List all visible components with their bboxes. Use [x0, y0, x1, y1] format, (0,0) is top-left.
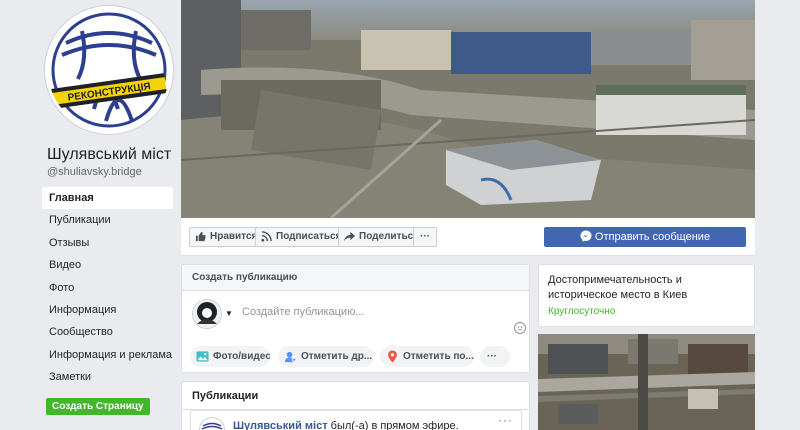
like-button-label: Нравится: [210, 231, 258, 242]
composer-more-button[interactable]: ···: [480, 346, 510, 367]
cover-photo-image: [181, 0, 755, 218]
publication-options-button[interactable]: ···: [498, 413, 513, 427]
tag-friends-button[interactable]: Отметить др...: [278, 346, 374, 367]
check-in-button[interactable]: Отметить по...: [380, 346, 474, 367]
follow-button[interactable]: Подписаться: [255, 227, 349, 247]
tag-people-icon: [284, 351, 297, 363]
composer-caret-icon[interactable]: ▼: [225, 309, 233, 318]
cover-photo[interactable]: [181, 0, 755, 218]
publication-entry[interactable]: Шулявський міст был(-а) в прямом эфире. …: [190, 410, 522, 430]
aerial-city-photo: [538, 334, 755, 430]
send-message-label: Отправить сообщение: [594, 231, 711, 243]
publication-live-text: был(-а) в прямом эфире.: [327, 420, 459, 430]
follow-button-label: Подписаться: [276, 231, 342, 242]
share-arrow-icon: [344, 231, 355, 242]
publication-entry-text: Шулявський міст был(-а) в прямом эфире.: [233, 420, 459, 430]
rss-icon: [261, 231, 272, 242]
publication-author-link[interactable]: Шулявський міст: [233, 420, 328, 430]
nav-item-info-ads[interactable]: Информация и реклама: [42, 344, 173, 366]
check-in-label: Отметить по...: [403, 351, 474, 362]
emoji-icon[interactable]: [514, 322, 526, 334]
nav-item-posts[interactable]: Публикации: [42, 209, 173, 231]
like-button[interactable]: Нравится: [189, 227, 265, 247]
thumbs-up-icon: [195, 231, 206, 242]
more-actions-button[interactable]: ···: [413, 227, 437, 247]
page-nav: Главная Публикации Отзывы Видео Фото Инф…: [42, 187, 173, 389]
create-post-title: Создать публикацию: [182, 265, 529, 291]
page-info-card: Достопримечательность и историческое мес…: [538, 264, 755, 327]
profile-photo-icon: [193, 300, 221, 328]
share-button-label: Поделиться: [359, 231, 420, 242]
location-pin-icon: [388, 350, 397, 363]
page-action-bar: Нравится Подписаться Поделиться ··· Отпр…: [181, 218, 755, 256]
page-title[interactable]: Шулявський міст: [47, 146, 171, 164]
photo-video-label: Фото/видео: [213, 351, 270, 362]
opening-hours: Круглосуточно: [548, 306, 616, 317]
composer-input[interactable]: Создайте публикацию...: [242, 306, 365, 318]
tag-friends-label: Отметить др...: [301, 351, 373, 362]
publications-card: Публикации Шулявський міст был(-а) в пря…: [181, 381, 530, 430]
nav-item-notes[interactable]: Заметки: [42, 366, 173, 388]
nav-item-community[interactable]: Сообщество: [42, 321, 173, 343]
photo-video-button[interactable]: Фото/видео: [190, 346, 270, 367]
photo-icon: [196, 351, 209, 362]
featured-photo[interactable]: [538, 334, 755, 430]
nav-item-home[interactable]: Главная: [42, 187, 173, 210]
create-page-button[interactable]: Создать Страницу: [46, 398, 150, 415]
page-category[interactable]: Достопримечательность и историческое мес…: [548, 273, 748, 303]
publication-author-avatar[interactable]: [199, 417, 225, 430]
bridge-logo-icon: РЕКОНСТРУКЦІЯ: [51, 12, 167, 128]
publications-title: Публикации: [182, 382, 529, 410]
nav-item-videos[interactable]: Видео: [42, 254, 173, 276]
page-avatar[interactable]: РЕКОНСТРУКЦІЯ: [45, 6, 173, 134]
nav-item-about[interactable]: Информация: [42, 299, 173, 321]
bridge-logo-small-icon: [201, 422, 223, 430]
nav-item-reviews[interactable]: Отзывы: [42, 232, 173, 254]
page-handle[interactable]: @shuliavsky.bridge: [47, 166, 142, 178]
create-post-card: Создать публикацию ▼ Создайте публикацию…: [181, 264, 530, 373]
composer-avatar[interactable]: [192, 299, 222, 329]
send-message-button[interactable]: Отправить сообщение: [544, 227, 746, 247]
messenger-icon: [580, 230, 592, 242]
nav-item-photos[interactable]: Фото: [42, 277, 173, 299]
